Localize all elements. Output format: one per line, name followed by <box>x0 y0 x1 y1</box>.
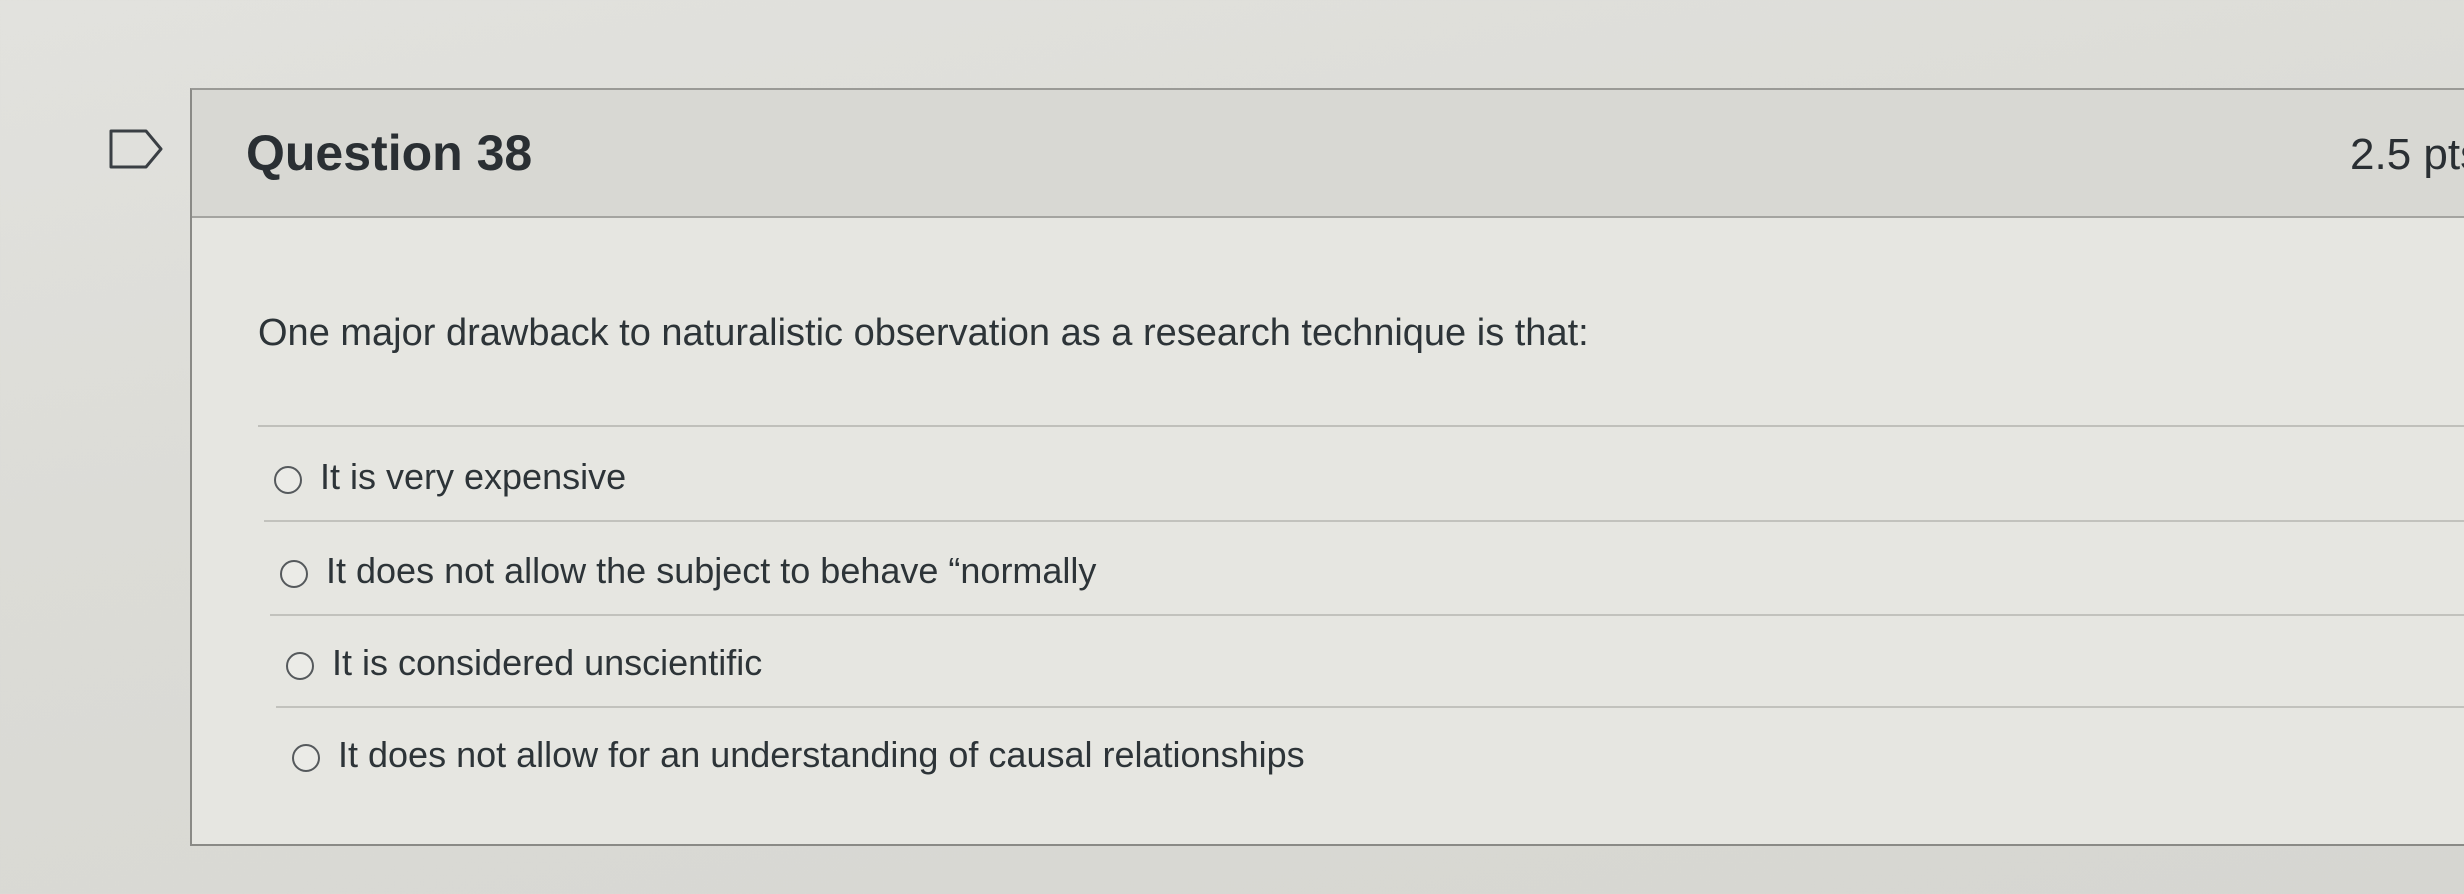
flag-question-icon[interactable] <box>108 128 164 170</box>
answer-label: It does not allow the subject to behave … <box>326 550 1097 591</box>
answer-option[interactable]: It is considered unscientific <box>276 634 2464 708</box>
question-points: 2.5 pts <box>2350 130 2464 179</box>
answer-label: It is considered unscientific <box>332 642 763 683</box>
radio-button[interactable] <box>286 652 314 680</box>
prompt-divider <box>258 425 2464 427</box>
answer-option[interactable]: It does not allow for an understanding o… <box>282 726 2464 800</box>
answer-option[interactable]: It does not allow the subject to behave … <box>270 542 2464 616</box>
question-title: Question 38 <box>246 125 533 181</box>
question-text: One major drawback to naturalistic obser… <box>258 312 1589 354</box>
radio-button[interactable] <box>274 466 302 494</box>
question-card: Question 38 2.5 pts One major drawback t… <box>190 88 2464 846</box>
radio-button[interactable] <box>280 560 308 588</box>
answer-option[interactable]: It is very expensive <box>264 448 2464 522</box>
question-header: Question 38 2.5 pts <box>192 90 2464 218</box>
radio-button[interactable] <box>292 744 320 772</box>
answer-label: It is very expensive <box>320 456 627 497</box>
answer-label: It does not allow for an understanding o… <box>338 734 1305 775</box>
